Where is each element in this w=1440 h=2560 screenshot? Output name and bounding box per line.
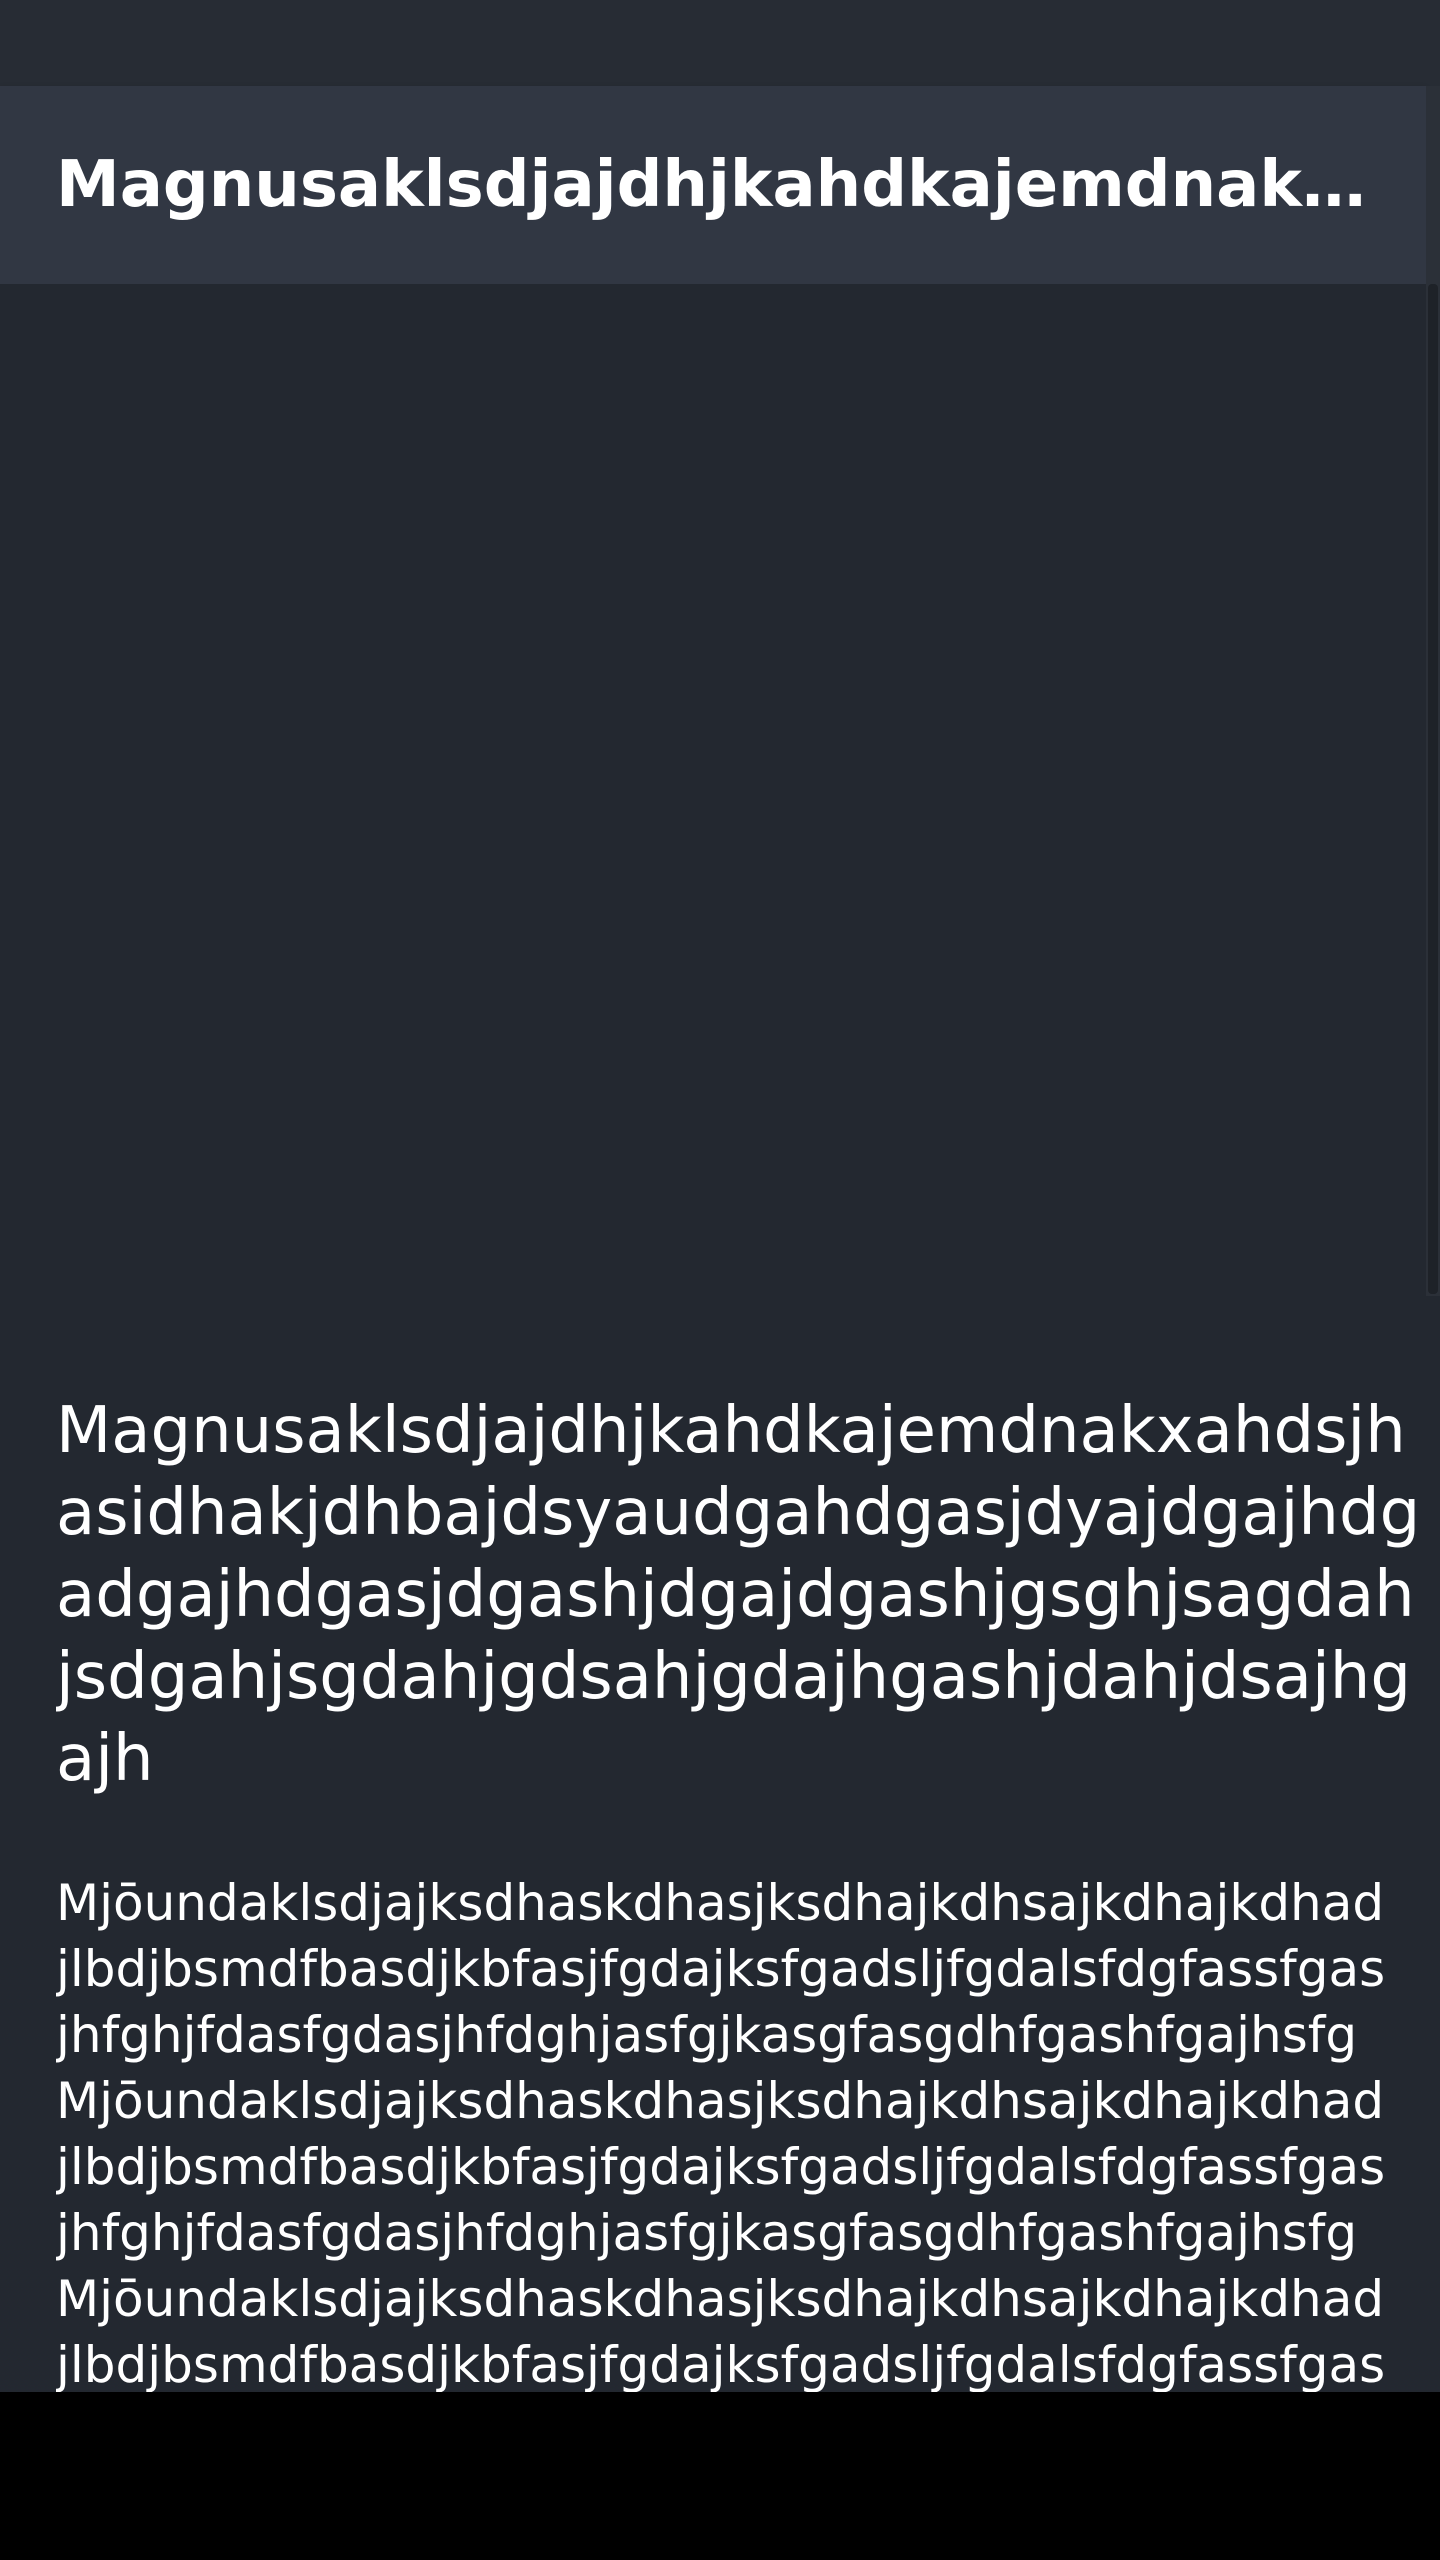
article-header-image xyxy=(0,284,1426,1294)
system-navigation-bar xyxy=(0,2392,1440,2560)
app-bar: Magnusaklsdjajdhjkahdkajemdnakxahdsjhasi… xyxy=(0,86,1426,284)
scrollbar-thumb[interactable] xyxy=(1428,284,1438,1294)
app-screen: Magnusaklsdjajdhjkahdkajemdnakxahdsjhasi… xyxy=(0,0,1440,2392)
status-bar xyxy=(0,0,1440,86)
article-headline: Magnusaklsdjajdhjkahdkajemdnakxahdsjhasi… xyxy=(56,1394,1421,1796)
article-content: Magnusaklsdjajdhjkahdkajemdnakxahdsjhasi… xyxy=(56,1390,1440,2392)
article-body: Mjōundaklsdjajksdhaskdhasjksdhajkdhsajkd… xyxy=(56,1874,1386,2392)
app-bar-title: Magnusaklsdjajdhjkahdkajemdnakxahdsjhasi… xyxy=(56,148,1406,222)
